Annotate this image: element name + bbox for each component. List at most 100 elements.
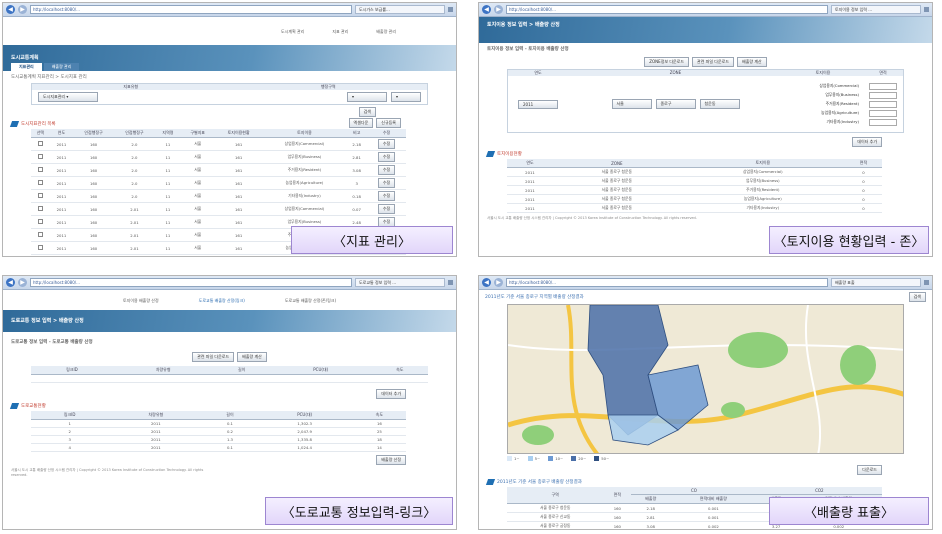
top-link[interactable]: 도로교통 배출량 산정(링크) xyxy=(199,298,245,310)
top-link[interactable]: 토지이용 배출량 산정 xyxy=(123,298,159,310)
footer: 서울시 도시 교통 배출량 산정 시스템 관리자 | Copyright © 2… xyxy=(487,216,697,220)
indicator-type-select[interactable]: 도시지표관리 ▾ xyxy=(38,92,98,102)
area-input[interactable] xyxy=(869,82,897,90)
input-cell[interactable] xyxy=(371,374,428,383)
row-checkbox[interactable] xyxy=(31,150,50,164)
area-input[interactable] xyxy=(869,91,897,99)
input-cell[interactable] xyxy=(112,374,214,383)
browser-tab[interactable]: 토지이용 정보 입력 ... xyxy=(831,5,921,14)
landuse-label: 농업용지(Agriculture) xyxy=(821,110,859,115)
edit-button[interactable]: 수정 xyxy=(378,256,395,257)
section-arrow-icon xyxy=(485,151,496,157)
emission-calc-button[interactable]: 배출량 산정 xyxy=(376,455,406,465)
add-data-button[interactable]: 데이터 추가 xyxy=(376,389,406,399)
forward-icon[interactable]: ▶ xyxy=(18,278,27,287)
back-icon[interactable]: ◀ xyxy=(6,5,15,14)
row-checkbox[interactable] xyxy=(31,254,50,256)
home-icon[interactable] xyxy=(924,280,929,285)
map-canvas xyxy=(508,305,903,453)
forward-icon[interactable]: ▶ xyxy=(18,5,27,14)
column-header: 속도 xyxy=(371,366,428,375)
top-link[interactable]: 도로교통 배출량 산정(존/링크) xyxy=(285,298,336,310)
row-checkbox[interactable] xyxy=(31,215,50,229)
address-bar[interactable]: http://localhost:8080/... xyxy=(30,278,352,287)
home-icon[interactable] xyxy=(448,7,453,12)
input-cell[interactable] xyxy=(269,374,372,383)
add-data-button[interactable]: 데이터 추가 xyxy=(852,137,882,147)
region-select[interactable]: ▾ xyxy=(347,92,387,102)
table-row[interactable]: 2011 서울 종로구 청운동 상업용지(Commercial) 0 xyxy=(507,167,882,177)
edit-button[interactable]: 수정 xyxy=(377,204,396,214)
edit-button[interactable]: 수정 xyxy=(377,191,396,201)
calc-button[interactable]: 배출량 계산 xyxy=(737,57,767,67)
new-button[interactable]: 신규등록 xyxy=(376,118,401,128)
forward-icon[interactable]: ▶ xyxy=(494,278,503,287)
edit-button[interactable]: 수정 xyxy=(377,178,396,188)
table-cell: 2.81 xyxy=(346,150,368,164)
table-row[interactable]: 1 2011 0.1 1,302.3 16 xyxy=(31,419,406,428)
top-link[interactable]: 도시계획 관리 xyxy=(281,29,304,45)
section-arrow-icon xyxy=(9,403,20,409)
tab-emission[interactable]: 배출량 관리 xyxy=(43,63,80,71)
table-row[interactable]: 3 2011 1.3 1,335.8 18 xyxy=(31,435,406,444)
browser-tab[interactable]: 도로교통 정보 입력 ... xyxy=(355,278,445,287)
row-checkbox[interactable] xyxy=(31,202,50,216)
region-sub-select[interactable]: ▾ xyxy=(391,92,421,102)
input-cell[interactable] xyxy=(31,374,113,383)
area-input[interactable] xyxy=(869,109,897,117)
address-bar[interactable]: http://localhost:8080/... xyxy=(30,5,352,14)
file-download-button[interactable]: 관련 파일 다운로드 xyxy=(692,57,735,67)
tab-indicator[interactable]: 지표관리 xyxy=(11,63,42,71)
emission-map[interactable] xyxy=(507,304,904,454)
top-link[interactable]: 지표 관리 xyxy=(332,29,348,45)
browser-toolbar: ◀ ▶ http://localhost:8080/... 도시가스 보급률..… xyxy=(3,3,456,17)
address-bar[interactable]: http://localhost:8080/... xyxy=(506,278,828,287)
home-icon[interactable] xyxy=(448,280,453,285)
row-checkbox[interactable] xyxy=(31,228,50,242)
search-button[interactable]: 검색 xyxy=(358,107,376,117)
back-icon[interactable]: ◀ xyxy=(482,5,491,14)
edit-button[interactable]: 수정 xyxy=(377,152,396,162)
table-row[interactable]: 2011 서울 종로구 청운동 기타용지(Industry) 0 xyxy=(507,203,882,213)
table-row[interactable]: 2011 서울 종로구 청운동 업무용지(Business) 0 xyxy=(507,176,882,186)
home-icon[interactable] xyxy=(924,7,929,12)
table-cell: 161 xyxy=(214,189,263,203)
row-edit-cell: 수정 xyxy=(367,176,406,190)
city-select[interactable]: 서울 xyxy=(611,99,652,109)
row-checkbox[interactable] xyxy=(31,189,50,203)
row-checkbox[interactable] xyxy=(31,176,50,190)
area-input[interactable] xyxy=(869,100,897,108)
back-icon[interactable]: ◀ xyxy=(482,278,491,287)
edit-button[interactable]: 수정 xyxy=(377,165,396,175)
browser-tab[interactable]: 도시가스 보급률... xyxy=(355,5,445,14)
zone-download-button[interactable]: ZONE정보 다운로드 xyxy=(644,57,690,67)
input-cell[interactable] xyxy=(213,374,270,383)
column-header: PCU(대) xyxy=(269,366,372,375)
dong-select[interactable]: 청운동 xyxy=(699,99,740,109)
table-row[interactable]: 2 2011 0.2 2,047.9 25 xyxy=(31,427,406,436)
district-select[interactable]: 종로구 xyxy=(655,99,696,109)
row-checkbox[interactable] xyxy=(31,137,50,151)
table-row[interactable]: 2011 서울 종로구 청운동 농업용지(Agriculture) 0 xyxy=(507,194,882,204)
excel-download-button[interactable]: 엑셀다운 xyxy=(348,118,374,128)
top-links: 토지이용 배출량 산정 도로교통 배출량 산정(링크) 도로교통 배출량 산정(… xyxy=(3,290,456,310)
edit-button[interactable]: 수정 xyxy=(377,139,396,149)
top-link[interactable]: 배출량 관리 xyxy=(376,29,396,45)
address-bar[interactable]: http://localhost:8080/... xyxy=(506,5,828,14)
column-header: 차량유형 xyxy=(108,411,204,420)
download-button[interactable]: 다운로드 xyxy=(857,465,882,475)
row-checkbox[interactable] xyxy=(31,241,50,255)
table-row: 2011 160 2.0 11 서울 161 농업용지(Agriculture) 3 수정 xyxy=(31,176,406,190)
back-icon[interactable]: ◀ xyxy=(6,278,15,287)
year-select[interactable]: 2011 xyxy=(518,99,558,109)
file-download-button[interactable]: 관련 파일 다운로드 xyxy=(192,352,235,362)
browser-tab[interactable]: 배출량 표출 xyxy=(831,278,921,287)
row-checkbox[interactable] xyxy=(31,163,50,177)
table-row[interactable]: 4 2011 0.1 1,024.4 14 xyxy=(31,443,406,452)
map-search-button[interactable]: 검색 xyxy=(908,292,926,302)
table-row[interactable]: 2011 서울 종로구 청운동 주거용지(Resident) 0 xyxy=(507,185,882,195)
table-cell: 2011 xyxy=(507,203,554,213)
area-input[interactable] xyxy=(869,118,897,126)
forward-icon[interactable]: ▶ xyxy=(494,5,503,14)
calc-button[interactable]: 배출량 계산 xyxy=(237,352,267,362)
